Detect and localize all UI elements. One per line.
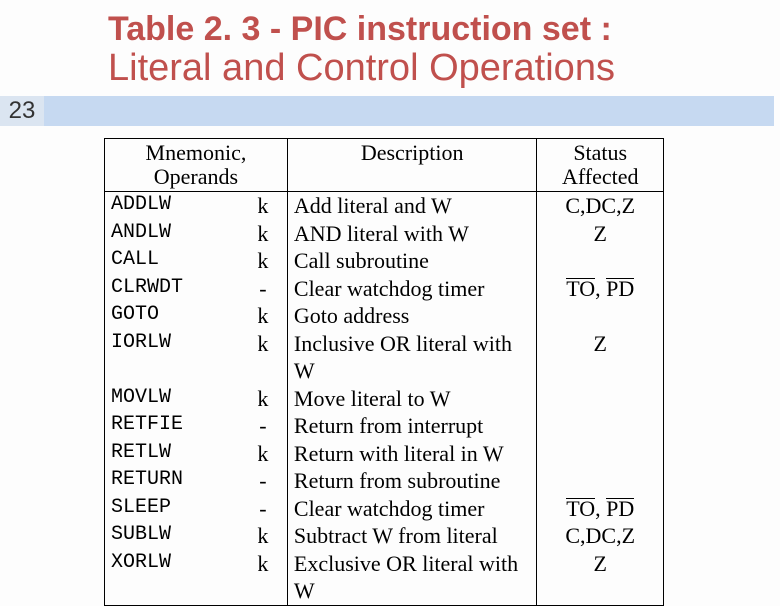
cell-status: C,DC,Z [537,522,664,550]
title-block: Table 2. 3 - PIC instruction set : Liter… [108,10,750,90]
cell-mnemonic: XORLW [105,550,239,606]
cell-status [537,302,664,330]
cell-operand: - [239,412,287,440]
cell-status [537,247,664,275]
table-row: CLRWDT-Clear watchdog timerTO, PD [105,275,664,303]
header-bar [44,96,774,126]
cell-mnemonic: RETURN [105,467,239,495]
table-row: SLEEP-Clear watchdog timerTO, PD [105,495,664,523]
cell-mnemonic: RETFIE [105,412,239,440]
cell-description: Add literal and W [287,192,537,220]
header-description: Description [287,139,537,192]
table-row: GOTOkGoto address [105,302,664,330]
cell-mnemonic: GOTO [105,302,239,330]
cell-status: Z [537,330,664,385]
cell-mnemonic: SLEEP [105,495,239,523]
cell-status [537,467,664,495]
cell-description: Return with literal in W [287,440,537,468]
cell-operand: k [239,192,287,220]
table-body: ADDLWkAdd literal and WC,DC,ZANDLWkAND l… [105,192,664,606]
table-row: ADDLWkAdd literal and WC,DC,Z [105,192,664,220]
table-row: RETFIE-Return from interrupt [105,412,664,440]
cell-description: Move literal to W [287,385,537,413]
cell-description: Goto address [287,302,537,330]
cell-status: TO, PD [537,275,664,303]
title-line-2: Literal and Control Operations [108,47,750,90]
cell-operand: k [239,330,287,385]
cell-description: Call subroutine [287,247,537,275]
cell-operand: k [239,302,287,330]
cell-status: Z [537,220,664,248]
instruction-table-wrap: Mnemonic,Operands Description StatusAffe… [104,138,664,606]
cell-status: C,DC,Z [537,192,664,220]
slide-page: 23 Table 2. 3 - PIC instruction set : Li… [0,0,780,540]
cell-status [537,412,664,440]
cell-mnemonic: ANDLW [105,220,239,248]
cell-mnemonic: IORLW [105,330,239,385]
cell-mnemonic: ADDLW [105,192,239,220]
cell-status: Z [537,550,664,606]
cell-operand: k [239,385,287,413]
table-row: CALLkCall subroutine [105,247,664,275]
table-header-row: Mnemonic,Operands Description StatusAffe… [105,139,664,192]
cell-operand: k [239,550,287,606]
table-row: XORLWkExclusive OR literal with WZ [105,550,664,606]
cell-operand: k [239,522,287,550]
page-number: 23 [0,96,44,126]
table-row: IORLWkInclusive OR literal with WZ [105,330,664,385]
cell-mnemonic: MOVLW [105,385,239,413]
cell-description: Return from subroutine [287,467,537,495]
cell-description: Exclusive OR literal with W [287,550,537,606]
cell-status [537,385,664,413]
cell-mnemonic: SUBLW [105,522,239,550]
cell-operand: k [239,247,287,275]
cell-description: Return from interrupt [287,412,537,440]
table-row: RETURN-Return from subroutine [105,467,664,495]
cell-operand: k [239,220,287,248]
cell-mnemonic: CLRWDT [105,275,239,303]
table-row: RETLWkReturn with literal in W [105,440,664,468]
cell-operand: - [239,275,287,303]
table-row: SUBLWkSubtract W from literalC,DC,Z [105,522,664,550]
title-line-1: Table 2. 3 - PIC instruction set : [108,10,750,49]
cell-description: Clear watchdog timer [287,275,537,303]
header-status: StatusAffected [537,139,664,192]
cell-description: AND literal with W [287,220,537,248]
cell-description: Clear watchdog timer [287,495,537,523]
instruction-table: Mnemonic,Operands Description StatusAffe… [104,138,664,606]
cell-status [537,440,664,468]
table-row: ANDLWkAND literal with WZ [105,220,664,248]
cell-description: Subtract W from literal [287,522,537,550]
cell-status: TO, PD [537,495,664,523]
cell-mnemonic: RETLW [105,440,239,468]
header-mnemonic: Mnemonic,Operands [105,139,288,192]
cell-operand: - [239,495,287,523]
table-row: MOVLWkMove literal to W [105,385,664,413]
cell-description: Inclusive OR literal with W [287,330,537,385]
cell-operand: - [239,467,287,495]
cell-mnemonic: CALL [105,247,239,275]
cell-operand: k [239,440,287,468]
